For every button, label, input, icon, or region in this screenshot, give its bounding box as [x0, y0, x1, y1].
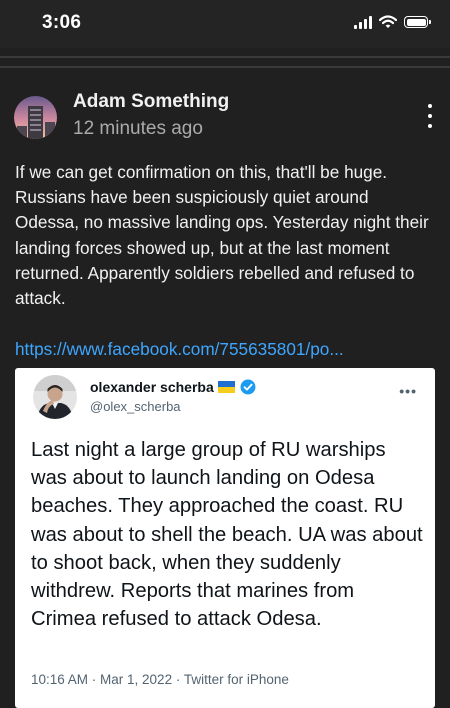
more-options-icon[interactable] [422, 104, 438, 128]
status-icons [354, 15, 431, 29]
divider [0, 66, 450, 68]
post-body: If we can get confirmation on this, that… [15, 162, 429, 309]
tweet-meta: 10:16 AM · Mar 1, 2022 · Twitter for iPh… [31, 672, 289, 687]
tweet-avatar [33, 375, 77, 419]
post-timestamp: 12 minutes ago [73, 118, 203, 139]
status-bar: 3:06 [0, 0, 450, 48]
post-link[interactable]: https://www.facebook.com/755635801/po... [15, 337, 445, 362]
signal-icon [354, 15, 372, 29]
verified-badge-icon [240, 379, 256, 395]
wifi-icon [379, 15, 397, 28]
tweet-more-icon[interactable]: ••• [399, 383, 417, 399]
tweet-handle: @olex_scherba [90, 399, 181, 414]
tweet-card[interactable]: olexander scherba @olex_scherba ••• Last… [15, 368, 435, 708]
tweet-author[interactable]: olexander scherba [90, 379, 256, 395]
author-name[interactable]: Adam Something [73, 91, 229, 113]
tweet-author-name: olexander scherba [90, 379, 214, 395]
battery-icon [404, 16, 431, 28]
ukraine-flag-icon [217, 381, 235, 393]
divider [0, 56, 450, 58]
avatar[interactable] [14, 96, 57, 139]
status-time: 3:06 [42, 12, 82, 33]
tweet-text: Last night a large group of RU warships … [31, 439, 423, 631]
